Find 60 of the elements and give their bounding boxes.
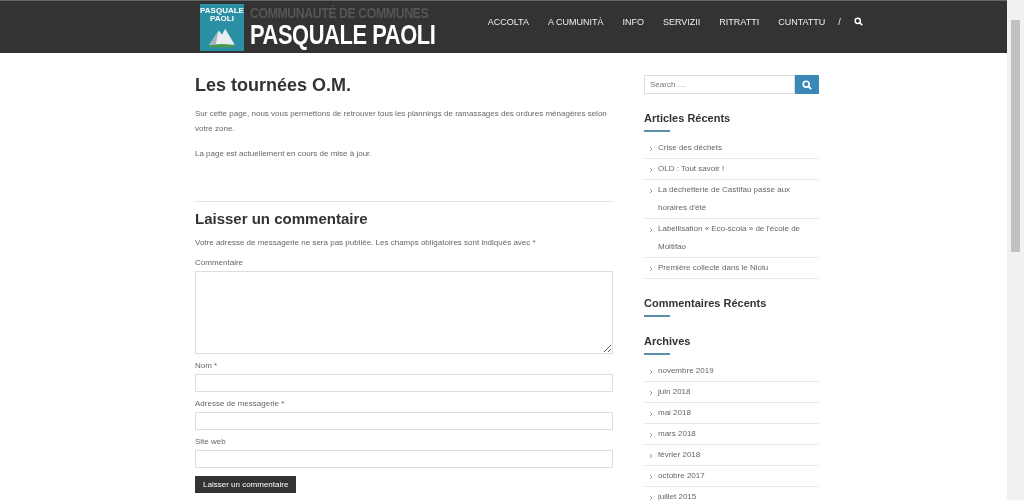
nav-link[interactable]: A CUMUNITÀ (547, 16, 604, 27)
field-label: Commentaire (195, 257, 244, 269)
logo-badge-text: PASQUALE PAOLI (200, 6, 244, 23)
sidebar-link[interactable]: OLD : Tout savoir ! (658, 160, 725, 178)
chevron-icon (649, 390, 653, 396)
chevron-icon (649, 188, 653, 194)
field-label: Site web (195, 436, 227, 448)
paragraph: La page est actuellement en cours de mise à jour. (195, 148, 373, 160)
sidebar-link[interactable]: juillet 2015 (658, 488, 697, 500)
nav-link[interactable]: CUNTATTU (778, 16, 826, 27)
chevron-icon (649, 266, 653, 272)
sidebar-link[interactable]: juin 2018 (658, 383, 691, 401)
chevron-icon (649, 227, 653, 233)
chevron-icon (649, 369, 653, 375)
chevron-icon (649, 411, 653, 417)
search-icon (802, 79, 812, 90)
nav-link[interactable]: ACCOLTA (487, 16, 529, 27)
chevron-icon (649, 167, 653, 173)
search-button[interactable] (795, 75, 819, 94)
input-field[interactable] (195, 374, 613, 392)
sidebar-link[interactable]: novembre 2019 (658, 362, 714, 380)
nav-link[interactable]: SERVIZII (662, 16, 701, 27)
chevron-icon (649, 146, 653, 152)
search-icon[interactable] (853, 17, 863, 26)
input-field[interactable] (195, 412, 613, 430)
form-notice: Votre adresse de messagerie ne sera pas publiée. Les champs obligatoires sont indiqués avec * (195, 237, 537, 249)
search-field[interactable]: Search … (644, 75, 795, 94)
sidebar-link[interactable]: février 2018 (658, 446, 701, 464)
submit-button[interactable]: Laisser un commentaire (195, 476, 297, 493)
nav-link[interactable]: INFO (622, 16, 644, 27)
comment-textarea[interactable] (195, 271, 613, 354)
widget-title: Articles Récents (644, 112, 732, 124)
chevron-icon (649, 432, 653, 438)
chevron-icon (649, 453, 653, 459)
widget-title: Commentaires Récents (644, 297, 768, 309)
comment-heading: Laisser un commentaire (195, 210, 369, 227)
sidebar-link[interactable]: Labellisation « Eco-scola » de l'école de Moltifao (658, 220, 819, 256)
logo-title: PASQUALE PAOLI (250, 21, 436, 49)
page-title: Les tournées O.M. (195, 75, 353, 96)
chevron-icon (649, 474, 653, 480)
sidebar-link[interactable]: La déchetterie de Castifau passe aux horaires d'été (658, 181, 819, 217)
scrollbar-thumb[interactable] (1011, 20, 1020, 252)
sidebar-link[interactable]: octobre 2017 (658, 467, 705, 485)
scrollbar[interactable] (1007, 0, 1024, 500)
title-underline (644, 353, 670, 355)
sidebar-link[interactable]: Crise des déchets (658, 139, 723, 157)
title-underline (644, 315, 670, 317)
field-label: Adresse de messagerie * (195, 398, 286, 410)
sidebar-link[interactable]: mai 2018 (658, 404, 691, 422)
widget-title: Archives (644, 335, 692, 347)
field-label: Nom * (195, 360, 219, 372)
input-field[interactable] (195, 450, 613, 468)
nav-separator: / (838, 16, 841, 27)
chevron-icon (649, 495, 653, 500)
sidebar-link[interactable]: mars 2018 (658, 425, 696, 443)
nav-link[interactable]: RITRATTI (719, 16, 760, 27)
sidebar-link[interactable]: Première collecte dans le Niolu (658, 259, 769, 277)
logo-badge[interactable]: PASQUALE PAOLI (200, 3, 244, 51)
title-underline (644, 130, 670, 132)
paragraph: Sur cette page, nous vous permettons de retrouver tous les plannings de ramassages des ordures ménagères selon votre zone. (195, 108, 608, 135)
